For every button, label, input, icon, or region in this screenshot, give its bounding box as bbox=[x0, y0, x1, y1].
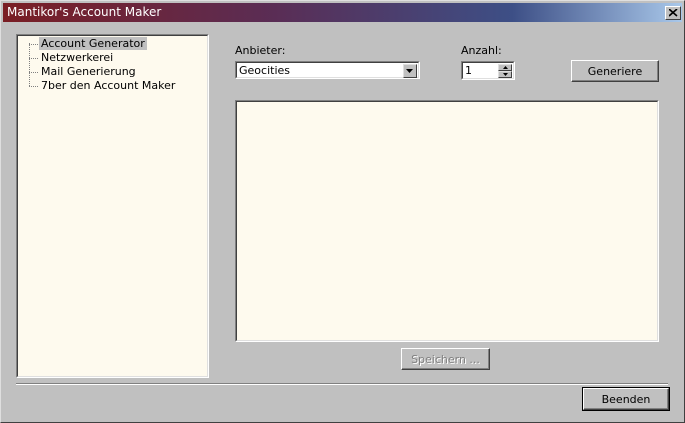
close-button[interactable] bbox=[665, 6, 681, 20]
tree-item-label: Mail Generierung bbox=[41, 65, 136, 78]
save-button-label: Speichern ... bbox=[411, 353, 480, 366]
separator-line bbox=[16, 383, 668, 385]
tree-item-label: 7ber den Account Maker bbox=[41, 79, 176, 92]
save-button[interactable]: Speichern ... bbox=[401, 348, 490, 370]
close-icon bbox=[669, 9, 678, 17]
tree-item-netzwerkerei[interactable]: Netzwerkerei bbox=[29, 51, 115, 64]
tree-item-account-generator[interactable]: Account Generator bbox=[29, 37, 147, 50]
title-bar[interactable]: Mantikor's Account Maker bbox=[3, 3, 682, 22]
tree-item-about[interactable]: 7ber den Account Maker bbox=[29, 79, 177, 92]
generate-button[interactable]: Generiere bbox=[571, 60, 659, 82]
provider-label: Anbieter: bbox=[235, 44, 286, 57]
arrow-down-icon bbox=[503, 73, 508, 76]
chevron-down-icon bbox=[406, 69, 413, 73]
app-window: Mantikor's Account Maker Account Generat… bbox=[0, 0, 685, 423]
quit-button-label: Beenden bbox=[601, 393, 651, 406]
tree-item-label: Account Generator bbox=[39, 37, 147, 50]
spin-up-button[interactable] bbox=[498, 64, 512, 71]
navigation-tree[interactable]: Account Generator Netzwerkerei Mail Gene… bbox=[16, 34, 209, 378]
provider-dropdown[interactable]: Geocities bbox=[235, 61, 420, 79]
spin-down-button[interactable] bbox=[498, 71, 512, 78]
tree-item-mail-generierung[interactable]: Mail Generierung bbox=[29, 65, 138, 78]
generate-button-label: Generiere bbox=[587, 65, 643, 78]
count-label: Anzahl: bbox=[461, 44, 502, 57]
tree-item-label: Netzwerkerei bbox=[41, 51, 114, 64]
count-spinner[interactable]: 1 bbox=[461, 61, 515, 80]
provider-selected-value: Geocities bbox=[239, 64, 290, 77]
output-textarea[interactable] bbox=[235, 100, 659, 342]
window-title: Mantikor's Account Maker bbox=[7, 5, 162, 19]
dropdown-button[interactable] bbox=[403, 64, 417, 78]
arrow-up-icon bbox=[503, 66, 508, 69]
count-value[interactable]: 1 bbox=[465, 64, 472, 77]
quit-button[interactable]: Beenden bbox=[582, 387, 670, 411]
